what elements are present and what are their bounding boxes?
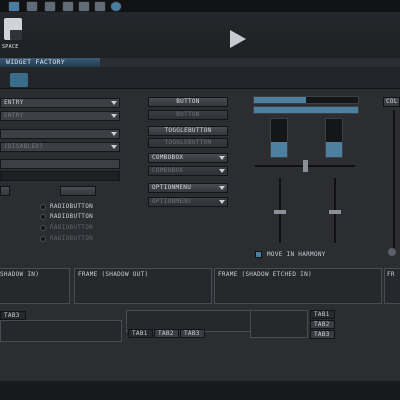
chevron-down-icon [111,101,117,105]
gear-icon[interactable] [94,1,106,12]
entry-field-2: ENTRY [0,111,120,121]
tab[interactable]: TAB3 [0,311,26,320]
frame-label: FRAME (SHADOW OUT) [78,271,149,278]
chevron-down-icon [219,156,225,160]
sound-icon[interactable] [78,1,90,12]
combo-field-disabled: (DISABLED) [0,142,120,152]
tab[interactable]: TAB1 [128,329,153,338]
lock-body [10,30,22,40]
progress-bar-1 [253,96,359,104]
toggle-button[interactable]: TOGGLEBUTTON [148,126,228,136]
scale-handle[interactable] [329,210,341,214]
toolbar-icon[interactable] [10,73,28,87]
scroll-handle[interactable] [388,248,396,256]
text-entry[interactable] [0,159,120,169]
option-menu-label: OPTIONMENU [152,184,192,191]
progress-fill [326,141,342,157]
frame-label: FRAME (SHADOW ETCHED IN) [218,271,312,278]
radio-3 [40,225,46,231]
title-line [100,58,400,67]
combobox-label: COMBOBOX [152,167,184,174]
entry-field-1[interactable]: ENTRY [0,98,120,108]
chevron-down-icon [219,186,225,190]
progress-bar-2 [253,106,359,114]
radio-2[interactable] [40,214,46,220]
tab[interactable]: TAB2 [310,320,335,329]
radio-label-1: RADIOBUTTON [50,203,94,210]
move-in-harmony-label: MOVE IN HARMONY [267,251,326,258]
frame-label: SHADOW IN) [0,271,40,278]
vertical-progress-1 [270,118,288,158]
spin-field[interactable] [60,186,96,196]
combobox[interactable]: COMBOBOX [148,153,228,163]
color-button[interactable]: COL [383,97,400,107]
toggle-button-disabled: TOGGLEBUTTON [148,138,228,148]
toolbar [0,67,400,89]
window-icon[interactable] [44,1,56,12]
tools-icon[interactable] [110,1,122,12]
text-entry-dark[interactable] [0,171,120,181]
header [0,12,400,60]
scale-handle[interactable] [303,160,308,172]
progress-fill [254,107,358,113]
combobox-disabled: COMBOBOX [148,166,228,176]
chevron-down-icon [219,169,225,173]
notebook-right [250,310,308,338]
radio-1[interactable] [40,204,46,210]
vertical-scrollbar[interactable] [393,110,395,250]
scale-handle[interactable] [274,210,286,214]
notebook-left [0,320,122,342]
app-icon[interactable] [8,1,20,12]
window-title: WIDGET FACTORY [0,58,100,67]
chevron-down-icon [111,114,117,118]
option-menu[interactable]: OPTIONMENU [148,183,228,193]
combobox-label: COMBOBOX [152,154,184,161]
top-toolbar [0,0,400,12]
frame-label: FR [387,271,395,278]
button-disabled: BUTTON [148,110,228,120]
tab[interactable]: TAB3 [310,330,335,339]
option-menu-label: OPTIONMENU [152,198,192,205]
radio-label-4: RADIOBUTTON [50,235,94,242]
tab[interactable]: TAB3 [180,329,205,338]
entry-text: ENTRY [4,112,24,119]
checkbox[interactable] [255,251,262,258]
radio-label-2: RADIOBUTTON [50,213,94,220]
chevron-down-icon [111,145,117,149]
bottom-bar [0,381,400,400]
button[interactable]: BUTTON [148,97,228,107]
chevron-down-icon [111,132,117,136]
combo-text: (DISABLED) [4,143,44,150]
logo-text: SPACE [2,44,19,50]
chevron-down-icon [219,200,225,204]
tab[interactable]: TAB1 [310,310,335,319]
spin-button[interactable] [0,186,10,196]
combo-field-1[interactable] [0,129,120,139]
pointer-icon [230,30,246,48]
progress-fill [254,97,306,103]
tab[interactable]: TAB2 [154,329,179,338]
vertical-progress-2 [325,118,343,158]
radio-4 [40,236,46,242]
progress-fill [271,141,287,157]
entry-text: ENTRY [4,99,24,106]
radio-label-3: RADIOBUTTON [50,224,94,231]
option-menu-disabled: OPTIONMENU [148,197,228,207]
document-icon[interactable] [62,1,74,12]
save-icon[interactable] [26,1,38,12]
